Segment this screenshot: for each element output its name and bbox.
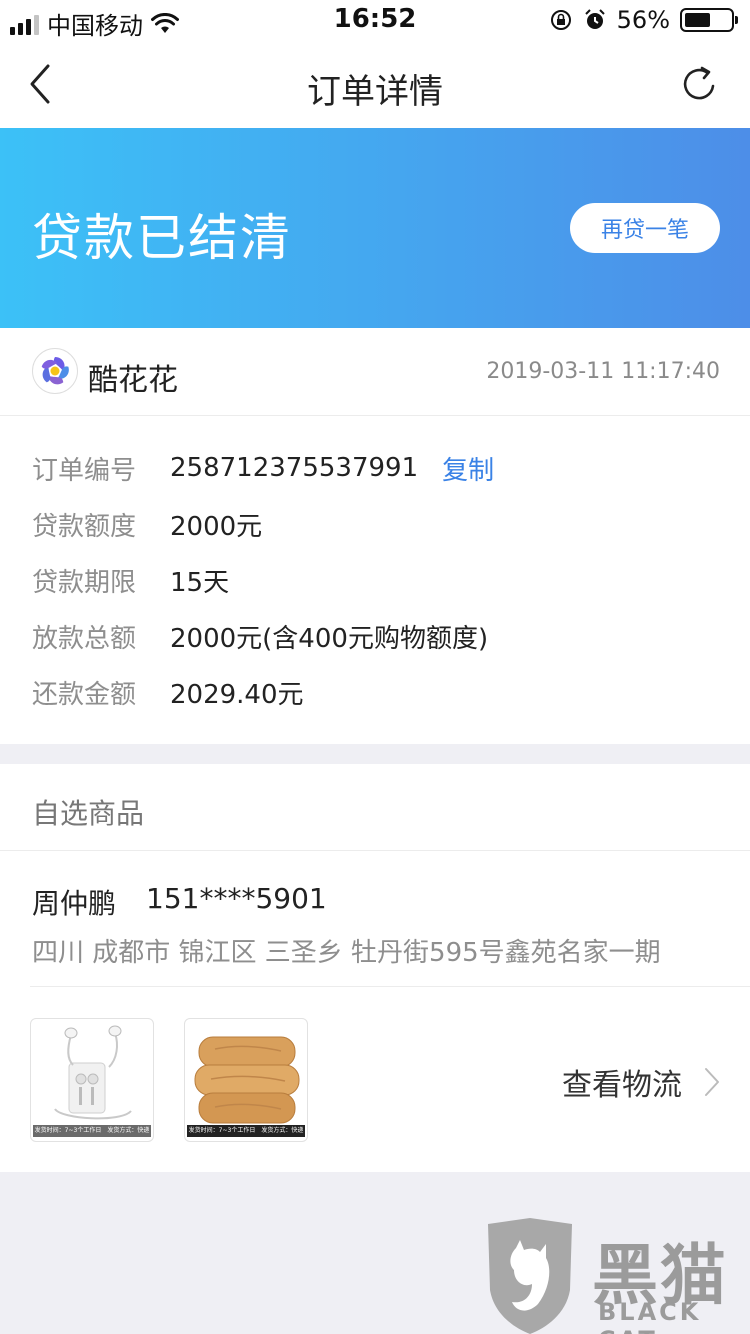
view-logistics-label: 查看物流 [562, 1068, 682, 1103]
navigation-bar: 订单详情 [0, 40, 750, 128]
merchant-logo-icon [32, 348, 78, 394]
battery-icon [680, 8, 738, 32]
rotation-lock-icon [550, 10, 571, 30]
recipient-name: 周仲鹏 [32, 887, 117, 920]
view-logistics-button[interactable]: 查看物流 [562, 1060, 720, 1104]
info-label: 贷款额度 [32, 511, 137, 542]
watermark-text-en: BLACK CAT [598, 1298, 702, 1334]
quilt-product-image [194, 1036, 300, 1124]
copy-button[interactable]: 复制 [442, 450, 494, 487]
product-caption: 发货时间：7~3个工作日 发货方式：快递 [33, 1125, 151, 1137]
recipient-row: 周仲鹏 151****5901 [32, 882, 327, 922]
merchant-row: 酷花花 2019-03-11 11:17:40 [0, 328, 750, 416]
status-bar: 中国移动 16:52 56% [0, 0, 750, 40]
divider [0, 850, 750, 851]
page-title: 订单详情 [307, 72, 443, 112]
section-title: 自选商品 [32, 797, 145, 830]
loan-status-title: 贷款已结清 [32, 209, 292, 267]
selected-goods-section: 自选商品 周仲鹏 151****5901 四川 成都市 锦江区 三圣乡 牡丹街5… [0, 764, 750, 1172]
merchant-name: 酷花花 [88, 363, 178, 398]
info-row-loan-amount: 贷款额度 2000元 [32, 504, 262, 544]
cat-shield-logo-icon [488, 1218, 572, 1334]
shipping-address: 四川 成都市 锦江区 三圣乡 牡丹街595号鑫苑名家一期 [32, 938, 661, 968]
alarm-icon [584, 9, 605, 29]
product-caption: 发货时间：7~3个工作日 发货方式：快递 [187, 1125, 305, 1137]
loan-term-value: 15天 [170, 567, 230, 598]
order-number-value: 258712375537991 [170, 453, 419, 483]
status-right: 56% [549, 6, 738, 34]
black-cat-watermark: 黑猫 BLACK CAT [480, 1218, 750, 1334]
recipient-phone: 151****5901 [146, 882, 327, 915]
info-row-order-number: 订单编号 258712375537991 复制 [32, 448, 494, 488]
product-thumbnail-quilt[interactable]: 发货时间：7~3个工作日 发货方式：快递 [184, 1018, 308, 1142]
info-label: 放款总额 [32, 623, 137, 654]
info-label: 订单编号 [32, 455, 137, 486]
divider [30, 986, 750, 987]
disbursed-total-value: 2000元(含400元购物额度) [170, 623, 489, 654]
refresh-icon[interactable] [680, 62, 720, 106]
loan-amount-value: 2000元 [170, 511, 263, 542]
repayment-amount-value: 2029.40元 [170, 679, 304, 710]
product-thumbnail-earphones[interactable]: 发货时间：7~3个工作日 发货方式：快递 [30, 1018, 154, 1142]
battery-percent: 56% [616, 6, 670, 34]
borrow-again-button[interactable]: 再贷一笔 [570, 203, 720, 253]
info-row-disbursed-total: 放款总额 2000元(含400元购物额度) [32, 616, 488, 656]
order-info-card: 订单编号 258712375537991 复制 贷款额度 2000元 贷款期限 … [0, 416, 750, 744]
info-label: 贷款期限 [32, 567, 137, 598]
order-timestamp: 2019-03-11 11:17:40 [486, 359, 720, 384]
info-row-repayment-amount: 还款金额 2029.40元 [32, 672, 304, 712]
info-row-loan-term: 贷款期限 15天 [32, 560, 229, 600]
info-label: 还款金额 [32, 679, 137, 710]
loan-status-banner: 贷款已结清 再贷一笔 [0, 128, 750, 328]
chevron-right-icon [705, 1068, 719, 1096]
earphones-product-image [54, 1025, 132, 1120]
